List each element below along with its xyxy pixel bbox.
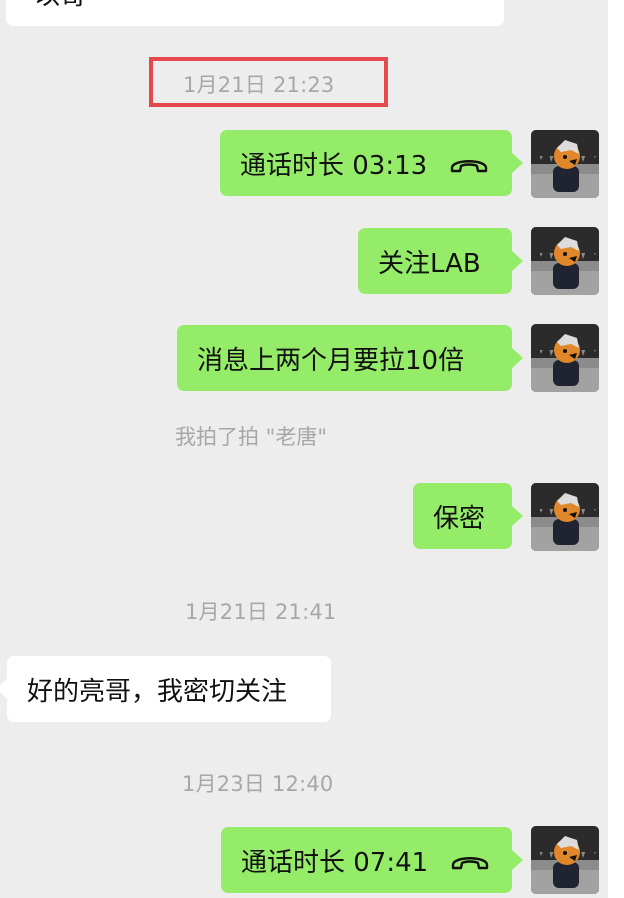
message-text: 好的亮哥，我密切关注 [27, 676, 288, 707]
chat-area[interactable]: 以哥 1月21日 21:23 通话时长 03:13 关注LAB [0, 0, 608, 898]
pat-notice: 我拍了拍 "老唐" [175, 425, 327, 449]
timestamp: 1月21日 21:41 [185, 600, 337, 624]
sent-message-bubble[interactable]: 保密 [413, 483, 523, 549]
my-avatar[interactable] [531, 483, 599, 551]
my-avatar[interactable] [531, 227, 599, 295]
received-message-bubble[interactable]: 好的亮哥，我密切关注 [0, 656, 331, 722]
call-record-bubble[interactable]: 通话时长 03:13 [220, 130, 523, 196]
sent-message-bubble[interactable]: 关注LAB [358, 228, 523, 294]
my-avatar[interactable] [531, 826, 599, 894]
timestamp: 1月21日 21:23 [183, 73, 335, 97]
message-text: 保密 [433, 503, 486, 534]
scroll-gutter [608, 0, 624, 898]
call-duration-text: 通话时长 07:41 [241, 847, 429, 878]
my-avatar[interactable] [531, 130, 599, 198]
message-text: 消息上两个月要拉10倍 [197, 345, 465, 376]
my-avatar[interactable] [531, 324, 599, 392]
timestamp: 1月23日 12:40 [182, 772, 334, 796]
phone-hangup-icon [450, 849, 490, 871]
call-duration-text: 通话时长 03:13 [240, 150, 428, 181]
phone-hangup-icon [449, 152, 489, 174]
message-text: 以哥 [34, 0, 86, 12]
received-message-bubble-partial[interactable]: 以哥 [6, 0, 504, 26]
sent-message-bubble[interactable]: 消息上两个月要拉10倍 [177, 325, 523, 391]
message-text: 关注LAB [378, 248, 481, 279]
call-record-bubble[interactable]: 通话时长 07:41 [221, 827, 523, 893]
